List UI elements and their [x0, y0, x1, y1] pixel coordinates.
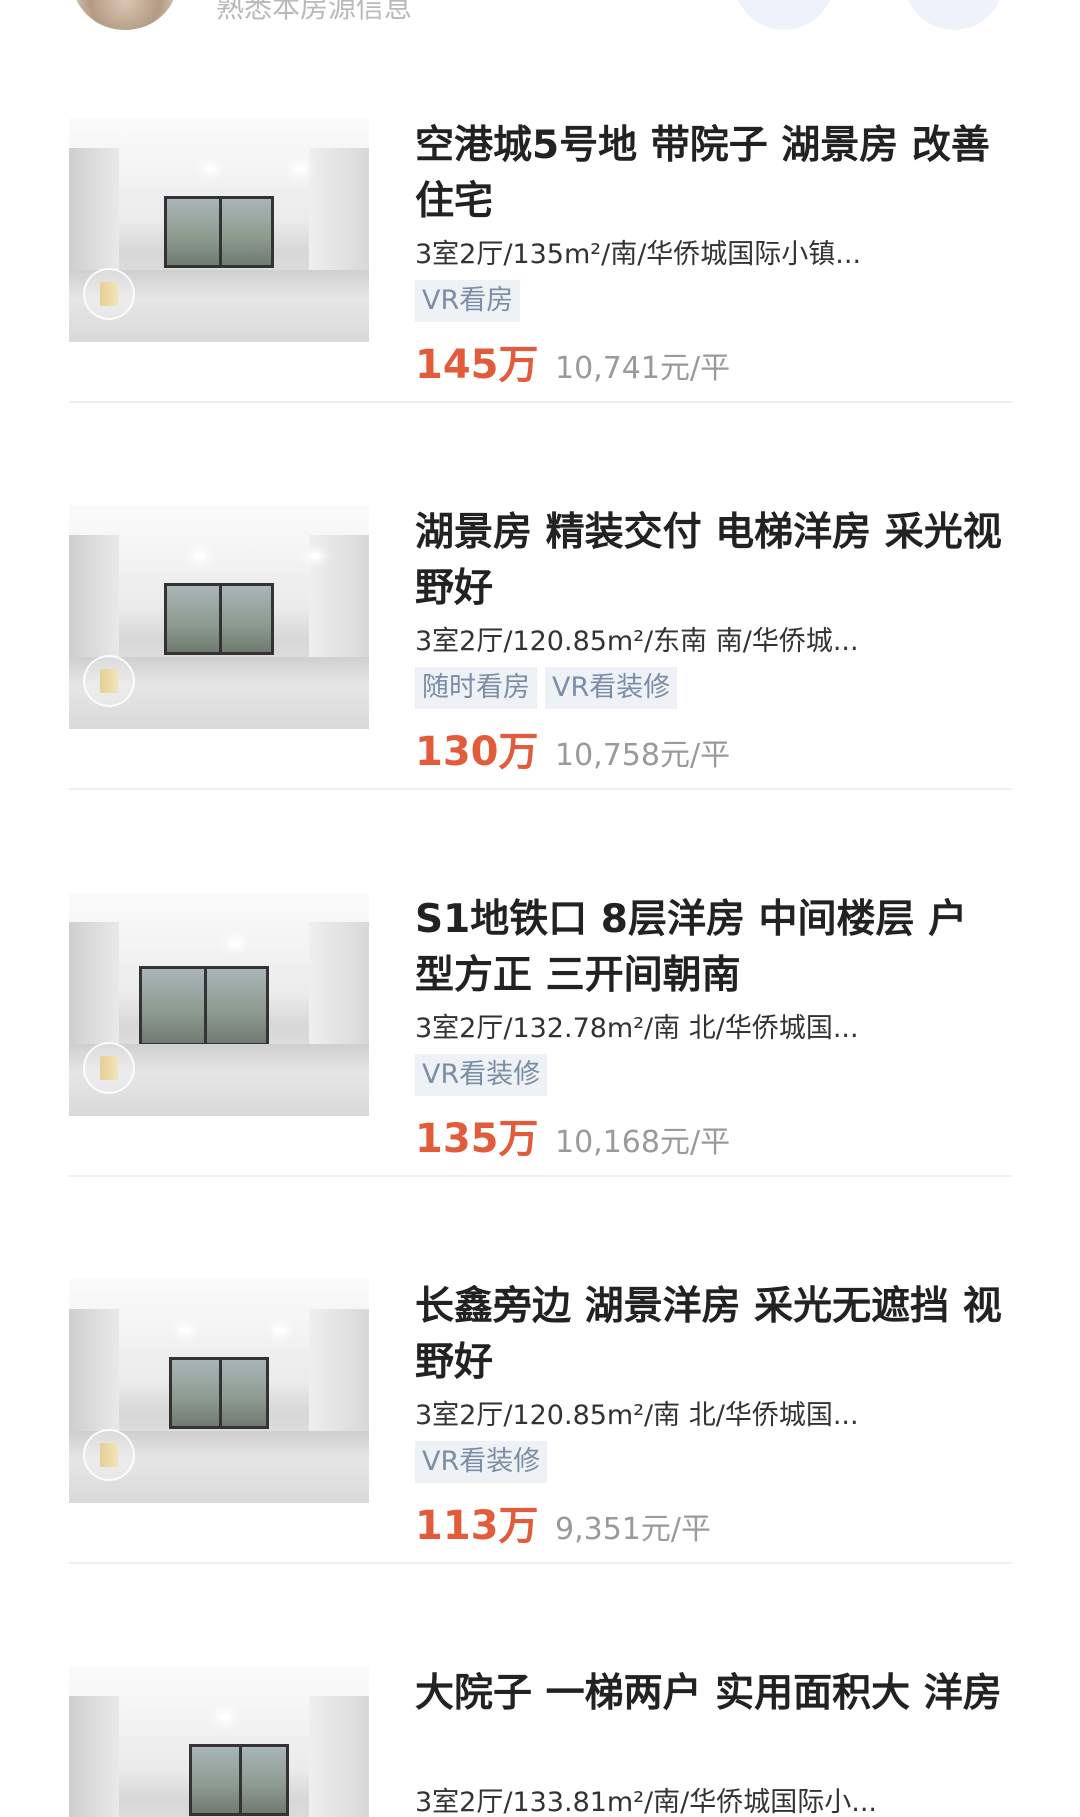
vr-icon: [83, 268, 135, 320]
listing-card[interactable]: 大院子 一梯两户 实用面积大 洋房 3室2厅/133.81m²/南/华侨城国际小…: [69, 1616, 1012, 1817]
listing-price: 145万: [415, 342, 539, 388]
vr-icon: [83, 1042, 135, 1094]
listing-meta: 3室2厅/132.78m²/南 北/华侨城国...: [415, 1013, 859, 1044]
chat-button[interactable]: [734, 0, 834, 30]
listing-title[interactable]: 湖景房 精装交付 电梯洋房 采光视野好: [415, 505, 1005, 617]
divider: [69, 401, 1012, 403]
listing-photo[interactable]: [69, 892, 369, 1116]
listing-title[interactable]: 大院子 一梯两户 实用面积大 洋房: [415, 1666, 1005, 1722]
listing-photo[interactable]: [69, 1666, 369, 1817]
listing-card[interactable]: 长鑫旁边 湖景洋房 采光无遮挡 视野好 3室2厅/120.85m²/南 北/华侨…: [69, 1229, 1012, 1616]
listing-card[interactable]: 湖景房 精装交付 电梯洋房 采光视野好 3室2厅/120.85m²/东南 南/华…: [69, 455, 1012, 842]
listing-price: 135万: [415, 1116, 539, 1162]
listing-meta: 3室2厅/135m²/南/华侨城国际小镇...: [415, 239, 862, 270]
listing-tags: VR看装修: [415, 1441, 555, 1483]
agent-avatar[interactable]: [72, 0, 178, 30]
listing-title[interactable]: 长鑫旁边 湖景洋房 采光无遮挡 视野好: [415, 1279, 1005, 1391]
listing-meta: 3室2厅/120.85m²/东南 南/华侨城...: [415, 626, 859, 657]
listing-meta: 3室2厅/133.81m²/南/华侨城国际小...: [415, 1787, 877, 1817]
tag-badge: VR看装修: [415, 1441, 548, 1483]
listing-card[interactable]: S1地铁口 8层洋房 中间楼层 户型方正 三开间朝南 3室2厅/132.78m²…: [69, 842, 1012, 1229]
vr-icon: [83, 655, 135, 707]
listing-price: 130万: [415, 729, 539, 775]
listing-title[interactable]: S1地铁口 8层洋房 中间楼层 户型方正 三开间朝南: [415, 892, 1005, 1004]
listing-tags: 随时看房 VR看装修: [415, 667, 685, 709]
header-hint-text: 熟悉本房源信息: [216, 0, 413, 24]
tag-badge: VR看装修: [545, 667, 678, 709]
call-button[interactable]: [904, 0, 1004, 30]
listing-price: 113万: [415, 1503, 539, 1549]
tag-badge: VR看装修: [415, 1054, 548, 1096]
listing-tags: VR看装修: [415, 1054, 555, 1096]
tag-badge: 随时看房: [415, 667, 537, 709]
vr-icon: [83, 1429, 135, 1481]
listing-photo[interactable]: [69, 505, 369, 729]
divider: [69, 1175, 1012, 1177]
listing-title[interactable]: 空港城5号地 带院子 湖景房 改善住宅: [415, 118, 1005, 230]
listing-photo[interactable]: [69, 118, 369, 342]
listing-meta: 3室2厅/120.85m²/南 北/华侨城国...: [415, 1400, 859, 1431]
listing-unit-price: 9,351元/平: [555, 1512, 711, 1547]
divider: [69, 1562, 1012, 1564]
listing-unit-price: 10,741元/平: [555, 351, 731, 386]
listing-card[interactable]: 空港城5号地 带院子 湖景房 改善住宅 3室2厅/135m²/南/华侨城国际小镇…: [69, 68, 1012, 455]
listing-photo[interactable]: [69, 1279, 369, 1503]
tag-badge: VR看房: [415, 280, 521, 322]
divider: [69, 788, 1012, 790]
listing-unit-price: 10,168元/平: [555, 1125, 731, 1160]
listing-tags: VR看房: [415, 280, 528, 322]
top-bar: 熟悉本房源信息: [0, 0, 1080, 40]
listing-unit-price: 10,758元/平: [555, 738, 731, 773]
